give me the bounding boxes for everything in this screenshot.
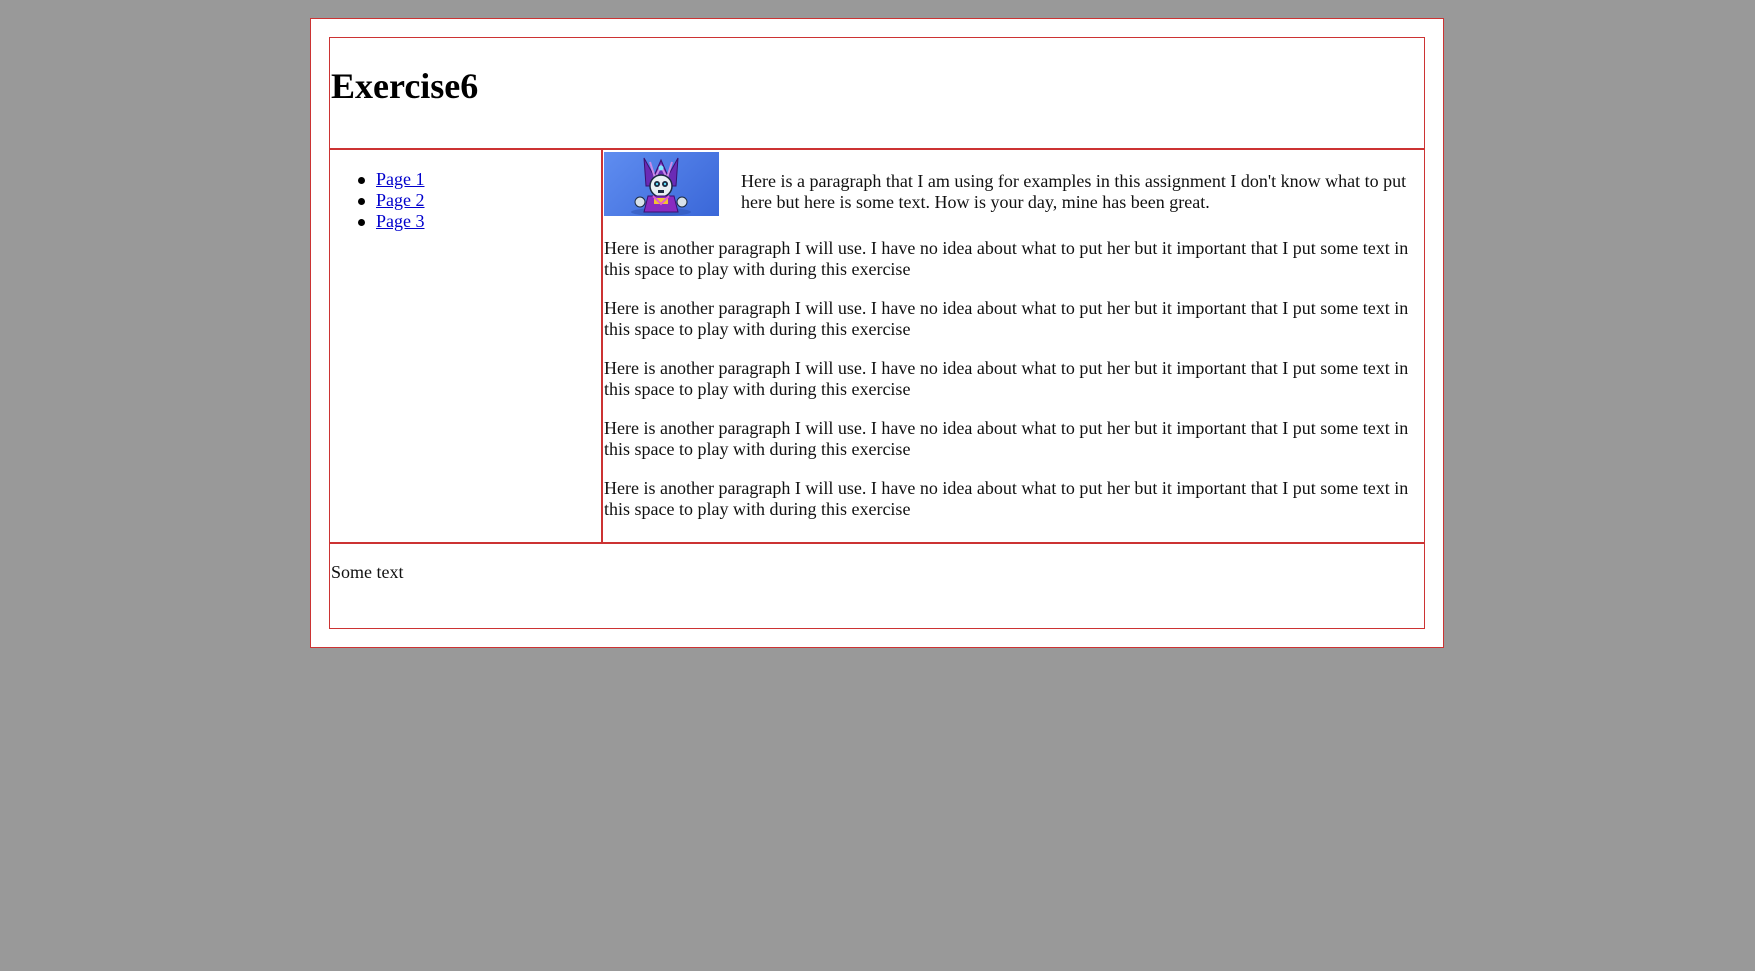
paragraph-4: Here is another paragraph I will use. I … <box>604 418 1409 459</box>
nav-item-page-2: Page 2 <box>358 190 425 211</box>
lead-paragraph: Here is a paragraph that I am using for … <box>741 171 1407 212</box>
lead-section: Here is a paragraph that I am using for … <box>604 152 1422 216</box>
main-content: Here is a paragraph that I am using for … <box>603 150 1424 542</box>
nav-link-page-2[interactable]: Page 2 <box>376 190 425 210</box>
mascot-icon <box>631 157 691 216</box>
paragraph-1: Here is another paragraph I will use. I … <box>604 238 1409 279</box>
page-wrapper: Exercise6 Page 1 Page 2 Page 3 Here is a… <box>310 18 1444 648</box>
nav-link-page-1[interactable]: Page 1 <box>376 169 425 189</box>
paragraph-2: Here is another paragraph I will use. I … <box>604 298 1409 339</box>
header: Exercise6 <box>330 38 1424 150</box>
layout-container: Exercise6 Page 1 Page 2 Page 3 Here is a… <box>329 37 1425 629</box>
mascot-image <box>604 152 719 216</box>
paragraph-3: Here is another paragraph I will use. I … <box>604 358 1409 399</box>
footer-text: Some text <box>331 562 404 582</box>
nav-list: Page 1 Page 2 Page 3 <box>358 169 425 232</box>
nav-link-page-3[interactable]: Page 3 <box>376 211 425 231</box>
nav-item-page-3: Page 3 <box>358 211 425 232</box>
nav-item-page-1: Page 1 <box>358 169 425 190</box>
page-title: Exercise6 <box>331 66 479 106</box>
footer: Some text <box>330 542 1424 628</box>
paragraph-5: Here is another paragraph I will use. I … <box>604 478 1409 519</box>
sidebar-nav: Page 1 Page 2 Page 3 <box>330 150 603 542</box>
